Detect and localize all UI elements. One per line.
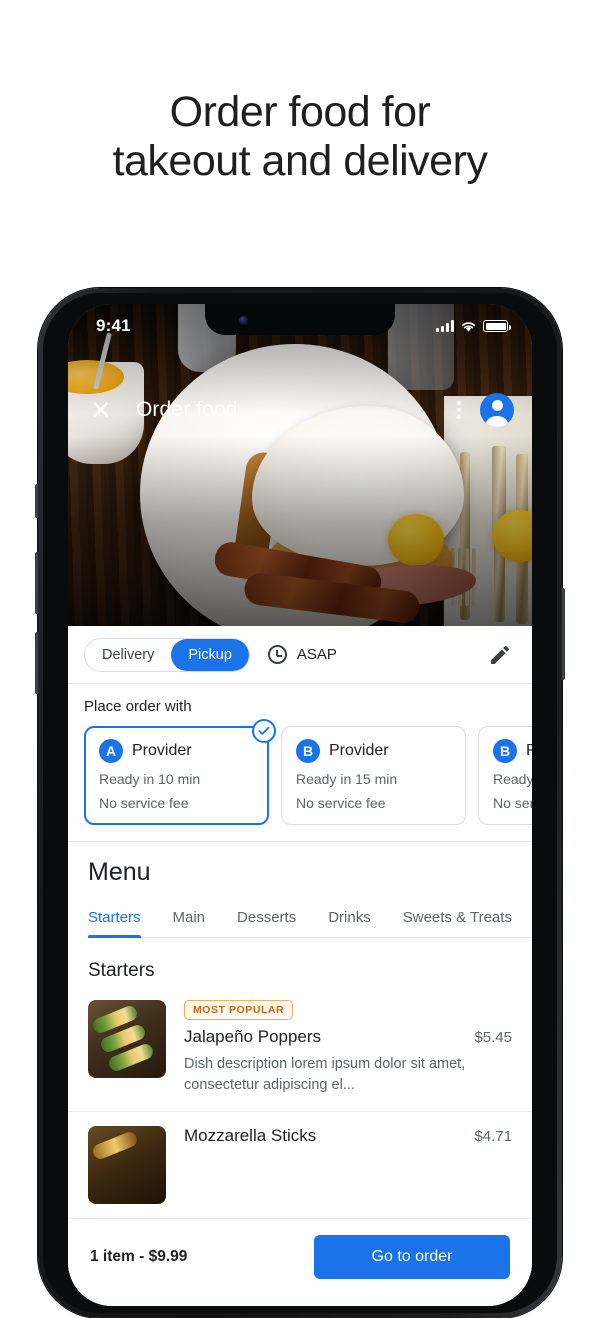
provider-card[interactable]: B Provider Ready in 15 min No service fe… [281, 726, 466, 825]
battery-full-icon [483, 320, 511, 332]
phone-volume-down-button[interactable] [35, 632, 39, 694]
app-title: Order food [136, 398, 238, 421]
headline-line-2: takeout and delivery [112, 137, 488, 186]
provider-section-label: Place order with [84, 698, 192, 715]
close-icon[interactable]: ✕ [90, 397, 118, 423]
provider-card[interactable]: A Provider Ready in 10 min No service fe… [84, 719, 276, 825]
provider-ready-time: Ready in 15 min [296, 771, 398, 787]
provider-card-header: A Provider [99, 739, 254, 763]
tab-pickup[interactable]: Pickup [171, 638, 249, 671]
pickup-time-label: ASAP [296, 646, 337, 663]
provider-ready-time: Ready in 10 min [99, 771, 201, 787]
phone-mute-switch[interactable] [35, 484, 39, 518]
menu-heading: Menu [88, 858, 151, 886]
menu-section-heading: Starters [88, 960, 155, 981]
phone-volume-up-button[interactable] [35, 552, 39, 614]
mozzarella-sticks-thumbnail [88, 1126, 166, 1205]
dish-name-price-row: Mozzarella Sticks $4.71 [184, 1126, 512, 1146]
fulfillment-toggle: Delivery Pickup [84, 637, 250, 672]
provider-card-list[interactable]: A Provider Ready in 10 min No service fe… [84, 719, 532, 825]
provider-badge-icon: B [493, 739, 517, 763]
provider-fee: No service fee [99, 795, 189, 811]
list-item[interactable]: Mozzarella Sticks $4.71 [68, 1112, 532, 1222]
clock-icon [267, 645, 287, 664]
tab-desserts[interactable]: Desserts [237, 909, 296, 937]
pencil-edit-icon[interactable] [488, 643, 512, 667]
status-bar: 9:41 [68, 304, 532, 348]
dish-price: $4.71 [474, 1128, 512, 1146]
status-bar-time: 9:41 [96, 316, 131, 335]
phone-screen: 9:41 ✕ Order food Mo’s Diner 4.6 [68, 304, 532, 1306]
fulfillment-row: Delivery Pickup ASAP [68, 626, 532, 684]
tab-delivery[interactable]: Delivery [85, 639, 171, 671]
provider-name: Provid [526, 742, 532, 759]
tab-main[interactable]: Main [173, 909, 206, 937]
menu-category-tabs: Starters Main Desserts Drinks Sweets & T… [88, 909, 532, 938]
provider-ready-time: Ready in 15 [493, 771, 532, 787]
status-bar-icons [436, 320, 511, 333]
check-circle-icon [252, 719, 276, 743]
order-summary-bar: 1 item - $9.99 Go to order [68, 1218, 532, 1306]
cellular-signal-icon [436, 320, 454, 332]
account-avatar-icon[interactable] [480, 393, 514, 427]
provider-card[interactable]: B Provid Ready in 15 No service f [478, 726, 532, 825]
page-title: Order food for takeout and delivery [0, 88, 600, 186]
dish-details: MOST POPULAR Jalapeño Poppers $5.45 Dish… [184, 1000, 512, 1095]
hero-bottom-gradient [68, 436, 532, 626]
provider-card-header: B Provid [493, 739, 532, 763]
provider-badge-icon: A [99, 739, 123, 763]
provider-name: Provider [329, 742, 389, 759]
provider-section: Place order with A Provider Ready in 10 … [68, 684, 532, 842]
phone-power-button[interactable] [561, 588, 565, 680]
dish-price: $5.45 [474, 1029, 512, 1046]
dish-details: Mozzarella Sticks $4.71 [184, 1126, 512, 1204]
status-badge: MOST POPULAR [184, 1000, 294, 1020]
dish-description: Dish description lorem ipsum dolor sit a… [184, 1056, 466, 1093]
tab-sweets-and-treats[interactable]: Sweets & Treats [403, 909, 512, 937]
provider-card-header: B Provider [296, 739, 451, 763]
phone-mockup: 9:41 ✕ Order food Mo’s Diner 4.6 [35, 288, 565, 1318]
jalapeno-poppers-thumbnail [88, 1000, 166, 1078]
go-to-order-button[interactable]: Go to order [314, 1234, 510, 1279]
dish-name: Mozzarella Sticks [184, 1126, 317, 1146]
tab-drinks[interactable]: Drinks [328, 909, 371, 937]
menu-section: Menu Starters Main Desserts Drinks Sweet… [68, 842, 532, 938]
content-sheet: Delivery Pickup ASAP Place order with A … [68, 626, 532, 1306]
headline-line-1: Order food for [169, 88, 431, 136]
provider-fee: No service f [493, 795, 532, 811]
dish-name-price-row: Jalapeño Poppers $5.45 [184, 1027, 512, 1047]
tab-starters[interactable]: Starters [88, 909, 141, 938]
app-header: ✕ Order food [68, 386, 532, 434]
list-item[interactable]: MOST POPULAR Jalapeño Poppers $5.45 Dish… [68, 986, 532, 1113]
wifi-icon [461, 321, 476, 332]
restaurant-hero-image [68, 304, 532, 626]
more-vertical-icon[interactable] [448, 401, 470, 419]
order-total: 1 item - $9.99 [90, 1247, 188, 1265]
provider-name: Provider [132, 742, 192, 759]
provider-badge-icon: B [296, 739, 320, 763]
provider-fee: No service fee [296, 795, 386, 811]
dish-name: Jalapeño Poppers [184, 1027, 322, 1046]
